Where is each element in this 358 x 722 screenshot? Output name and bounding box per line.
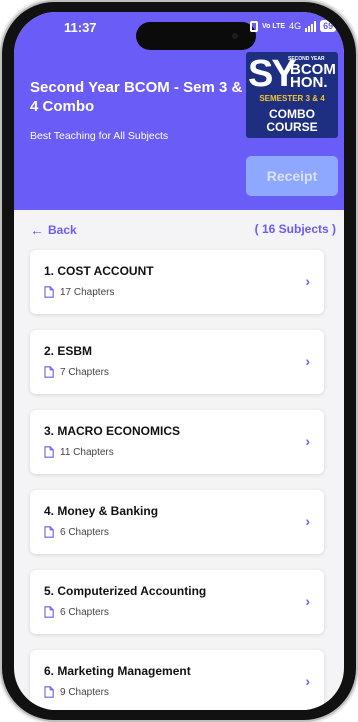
document-icon: [44, 446, 54, 458]
subject-card[interactable]: 6. Marketing Management 9 Chapters ›: [30, 650, 324, 710]
subject-chapters: 11 Chapters: [44, 446, 114, 458]
signal-icon: [305, 20, 317, 32]
receipt-button[interactable]: Receipt: [246, 156, 338, 196]
course-thumbnail: SY SECOND YEAR BCOM HON. SEMESTER 3 & 4 …: [246, 52, 338, 138]
status-icons: Vo LTE 4G 69: [250, 20, 337, 32]
chevron-right-icon: ›: [305, 433, 310, 449]
subject-card[interactable]: 5. Computerized Accounting 6 Chapters ›: [30, 570, 324, 634]
document-icon: [44, 366, 54, 378]
chapter-count: 7 Chapters: [60, 366, 109, 378]
subject-card[interactable]: 3. MACRO ECONOMICS 11 Chapters ›: [30, 410, 324, 474]
document-icon: [44, 286, 54, 298]
subject-card[interactable]: 2. ESBM 7 Chapters ›: [30, 330, 324, 394]
document-icon: [44, 606, 54, 618]
app-screen: 11:37 Vo LTE 4G 69 Second Year BCOM - Se…: [14, 12, 344, 710]
subject-count: ( 16 Subjects ): [254, 222, 336, 236]
chapter-count: 6 Chapters: [60, 526, 109, 538]
arrow-left-icon: ←: [30, 222, 44, 238]
chevron-right-icon: ›: [305, 593, 310, 609]
subject-chapters: 7 Chapters: [44, 366, 109, 378]
subject-nav-row: ← Back ( 16 Subjects ): [30, 222, 336, 240]
thumb-hon: HON.: [290, 74, 328, 91]
vibrate-icon: [250, 20, 258, 32]
subject-chapters: 6 Chapters: [44, 526, 109, 538]
camera-notch: [136, 22, 256, 50]
chevron-right-icon: ›: [305, 673, 310, 689]
camera-dot: [232, 33, 238, 39]
subject-title: 5. Computerized Accounting: [44, 584, 207, 598]
thumb-course: COURSE: [266, 120, 318, 134]
chevron-right-icon: ›: [305, 353, 310, 369]
status-bar: 11:37 Vo LTE 4G 69: [14, 12, 344, 50]
document-icon: [44, 526, 54, 538]
back-label: Back: [48, 223, 77, 237]
course-subtitle: Best Teaching for All Subjects: [30, 130, 169, 142]
chevron-right-icon: ›: [305, 513, 310, 529]
battery-level: 69: [320, 20, 337, 32]
course-title: Second Year BCOM - Sem 3 & 4 Combo: [30, 79, 243, 115]
subject-chapters: 6 Chapters: [44, 606, 109, 618]
chevron-right-icon: ›: [305, 273, 310, 289]
subject-title: 2. ESBM: [44, 344, 93, 358]
subject-card[interactable]: 4. Money & Banking 6 Chapters ›: [30, 490, 324, 554]
document-icon: [44, 686, 54, 698]
thumb-semester: SEMESTER 3 & 4: [259, 94, 325, 103]
chapter-count: 6 Chapters: [60, 606, 109, 618]
chapter-count: 11 Chapters: [60, 446, 114, 458]
thumb-combo-course: COMBO COURSE: [246, 108, 338, 134]
course-header: 11:37 Vo LTE 4G 69 Second Year BCOM - Se…: [14, 12, 344, 210]
subject-title: 4. Money & Banking: [44, 504, 159, 518]
volte-label: Vo LTE: [262, 22, 286, 30]
network-type: 4G: [289, 21, 302, 31]
phone-frame: 11:37 Vo LTE 4G 69 Second Year BCOM - Se…: [2, 2, 356, 720]
subject-title: 3. MACRO ECONOMICS: [44, 424, 181, 438]
back-button[interactable]: ← Back: [30, 222, 77, 238]
subject-chapters: 9 Chapters: [44, 686, 109, 698]
chapter-count: 9 Chapters: [60, 686, 109, 698]
subject-title: 1. COST ACCOUNT: [44, 264, 154, 278]
status-time: 11:37: [64, 20, 97, 35]
subject-card[interactable]: 1. COST ACCOUNT 17 Chapters ›: [30, 250, 324, 314]
subject-chapters: 17 Chapters: [44, 286, 114, 298]
subject-list: 1. COST ACCOUNT 17 Chapters › 2. ESBM 7 …: [30, 250, 336, 710]
chapter-count: 17 Chapters: [60, 286, 115, 298]
subject-title: 6. Marketing Management: [44, 664, 191, 678]
